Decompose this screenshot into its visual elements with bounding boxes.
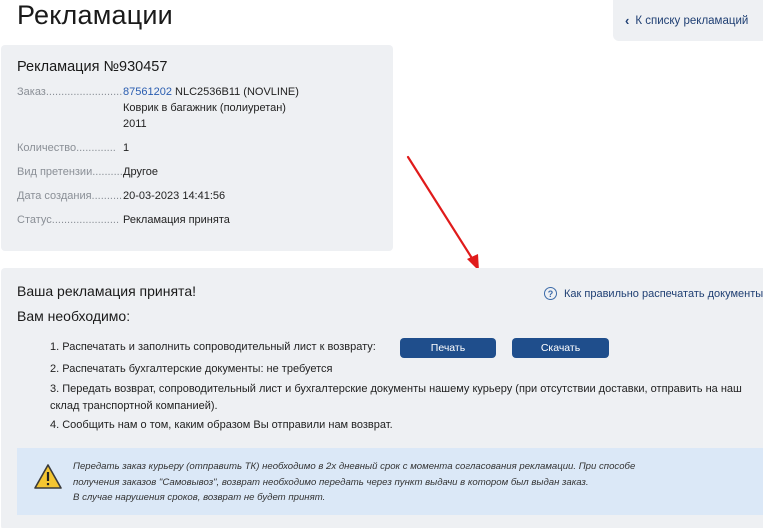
field-value: 1 [123,142,130,154]
field-claim-type: Вид претензии.......... Другое [17,164,158,180]
field-created-date: Дата создания.......... 20-03-2023 14:41… [17,188,225,204]
claim-card: Рекламация №930457 Заказ................… [1,45,393,251]
claim-title: Рекламация №930457 [17,59,168,75]
step-4: 4. Сообщить нам о том, каким образом Вы … [50,419,393,431]
need-heading: Вам необходимо: [17,308,131,324]
step-1: 1. Распечатать и заполнить сопроводитель… [50,341,376,353]
field-value: Рекламация принята [123,214,230,226]
order-article: NLC2536B11 (NOVLINE) [175,86,299,98]
field-label: Заказ......................... [17,86,123,98]
field-quantity: Количество............. 1 [17,140,129,156]
warning-line: В случае нарушения сроков, возврат не бу… [73,492,326,503]
order-link[interactable]: 87561202 [123,86,172,98]
deadline-warning: Передать заказ курьеру (отправить ТК) не… [17,448,763,515]
back-to-claims-link[interactable]: ‹ К списку рекламаций [613,0,763,41]
step-3-continued: склад транспортной компанией). [50,400,218,412]
print-help-link[interactable]: ? Как правильно распечатать документы [544,287,763,300]
field-status: Статус...................... Рекламация … [17,212,230,228]
order-product: Коврик в багажник (полиуретан) [123,102,286,114]
step-3: 3. Передать возврат, сопроводительный ли… [50,383,742,395]
red-arrow-annotation [406,155,479,271]
question-icon: ? [544,287,557,300]
chevron-left-icon: ‹ [625,13,630,28]
warning-line: Передать заказ курьеру (отправить ТК) не… [73,461,636,472]
warning-icon [34,464,62,489]
field-label: Вид претензии.......... [17,166,123,178]
field-label: Статус...................... [17,214,120,226]
field-order: Заказ......................... 87561202 … [17,84,299,132]
back-link-label: К списку рекламаций [635,14,749,27]
step-2: 2. Распечатать бухгалтерские документы: … [50,363,333,375]
field-label: Дата создания.......... [17,190,123,202]
print-button[interactable]: Печать [400,338,496,358]
warning-line: получения заказов "Самовывоз", возврат н… [73,476,589,488]
accepted-title: Ваша рекламация принята! [17,283,196,299]
field-label: Количество............. [17,142,116,154]
accepted-panel: Ваша рекламация принята! Вам необходимо:… [1,268,763,528]
print-help-label: Как правильно распечатать документы [564,287,763,300]
field-value: 20-03-2023 14:41:56 [123,190,226,202]
page-title: Рекламации [17,0,173,30]
field-value: Другое [123,166,158,178]
download-button[interactable]: Скачать [512,338,609,358]
order-year: 2011 [123,118,147,130]
